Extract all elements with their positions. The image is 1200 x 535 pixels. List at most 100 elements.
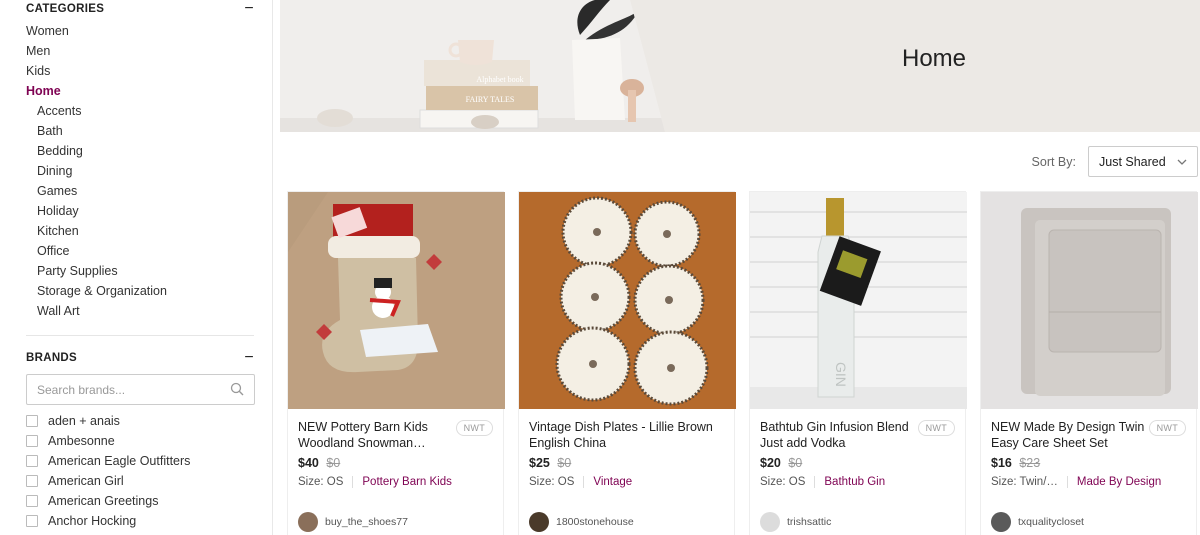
brand-search-input[interactable]: [27, 375, 217, 404]
hero-photo: FAIRY TALES Alphabet book: [280, 0, 665, 132]
subcategory-holiday[interactable]: Holiday: [26, 202, 167, 222]
listing-price: $20: [760, 456, 781, 470]
seller-row[interactable]: trishsattic: [760, 512, 831, 532]
categories-title: CATEGORIES: [26, 3, 105, 15]
seller-username[interactable]: 1800stonehouse: [556, 516, 634, 528]
subcategory-accents[interactable]: Accents: [26, 102, 167, 122]
listing-card[interactable]: NEW Pottery Barn Kids Woodland Snowman… …: [287, 191, 505, 535]
seller-username[interactable]: trishsattic: [787, 516, 831, 528]
listing-brand[interactable]: Bathtub Gin: [824, 476, 885, 488]
brand-checkbox[interactable]: [26, 495, 38, 507]
listing-card[interactable]: Vintage Dish Plates - Lillie Brown Engli…: [518, 191, 736, 535]
brand-checkbox[interactable]: [26, 515, 38, 527]
svg-text:Alphabet book: Alphabet book: [476, 75, 523, 84]
listing-title[interactable]: NEW Pottery Barn Kids Woodland Snowman…: [298, 419, 453, 451]
categories-header: CATEGORIES −: [26, 1, 254, 17]
subcategory-kitchen[interactable]: Kitchen: [26, 222, 167, 242]
seller-row[interactable]: 1800stonehouse: [529, 512, 634, 532]
brand-list: aden + anais Ambesonne American Eagle Ou…: [26, 411, 190, 531]
listing-image[interactable]: [519, 192, 736, 409]
brand-label: American Eagle Outfitters: [48, 454, 191, 468]
subcategory-bath[interactable]: Bath: [26, 122, 167, 142]
seller-row[interactable]: buy_the_shoes77: [298, 512, 408, 532]
hero-books-illustration: FAIRY TALES Alphabet book: [280, 0, 665, 132]
original-price: $0: [326, 456, 341, 470]
subcategory-dining[interactable]: Dining: [26, 162, 167, 182]
seller-username[interactable]: txqualitycloset: [1018, 516, 1084, 528]
price-row: $20 $0: [760, 456, 955, 470]
brand-search-box: [26, 374, 255, 405]
original-price: $0: [788, 456, 803, 470]
listing-size: Size: OS: [529, 476, 585, 488]
listing-size: Size: OS: [298, 476, 354, 488]
brand-item[interactable]: American Greetings: [26, 491, 190, 511]
brand-label: aden + anais: [48, 414, 120, 428]
subcategory-office[interactable]: Office: [26, 242, 167, 262]
avatar[interactable]: [760, 512, 780, 532]
listing-info: NEW Pottery Barn Kids Woodland Snowman… …: [288, 409, 503, 488]
listing-brand[interactable]: Pottery Barn Kids: [362, 476, 451, 488]
subcategory-wall-art[interactable]: Wall Art: [26, 302, 167, 322]
meta-row: Size: OS Pottery Barn Kids: [298, 476, 493, 488]
seller-row[interactable]: txqualitycloset: [991, 512, 1084, 532]
brand-label: American Greetings: [48, 494, 159, 508]
listing-title[interactable]: NEW Made By Design Twin Easy Care Sheet …: [991, 419, 1146, 451]
subcategory-storage-organization[interactable]: Storage & Organization: [26, 282, 167, 302]
listing-brand[interactable]: Vintage: [593, 476, 632, 488]
brand-label: American Girl: [48, 474, 124, 488]
listing-info: Vintage Dish Plates - Lillie Brown Engli…: [519, 409, 734, 488]
brand-item[interactable]: American Girl: [26, 471, 190, 491]
seller-username[interactable]: buy_the_shoes77: [325, 516, 408, 528]
subcategory-party-supplies[interactable]: Party Supplies: [26, 262, 167, 282]
brand-label: Anchor Hocking: [48, 514, 137, 528]
brand-checkbox[interactable]: [26, 455, 38, 467]
original-price: $23: [1019, 456, 1041, 470]
brand-item[interactable]: Ambesonne: [26, 431, 190, 451]
search-icon[interactable]: [230, 382, 244, 396]
stocking-photo: [288, 192, 505, 409]
page: CATEGORIES − Women Men Kids Home Accents…: [0, 0, 1200, 535]
brand-item[interactable]: American Eagle Outfitters: [26, 451, 190, 471]
listing-card[interactable]: GIN Bathtub Gin Infusion Blend Just add …: [749, 191, 967, 535]
subcategory-games[interactable]: Games: [26, 182, 167, 202]
nwt-badge: NWT: [917, 420, 955, 436]
listing-info: Bathtub Gin Infusion Blend Just add Vodk…: [750, 409, 965, 488]
avatar[interactable]: [991, 512, 1011, 532]
listing-price: $40: [298, 456, 319, 470]
listing-image[interactable]: [981, 192, 1198, 409]
svg-text:FAIRY TALES: FAIRY TALES: [466, 95, 515, 104]
category-women[interactable]: Women: [26, 22, 167, 42]
brand-label: Ambesonne: [48, 434, 115, 448]
brand-checkbox[interactable]: [26, 475, 38, 487]
listing-image[interactable]: [288, 192, 505, 409]
listing-price: $16: [991, 456, 1012, 470]
categories-collapse-icon[interactable]: −: [244, 1, 254, 17]
category-men[interactable]: Men: [26, 42, 167, 62]
category-hero-banner: FAIRY TALES Alphabet book Home: [280, 0, 1200, 132]
category-home[interactable]: Home: [26, 82, 167, 102]
listing-title[interactable]: Bathtub Gin Infusion Blend Just add Vodk…: [760, 419, 915, 451]
brand-item[interactable]: aden + anais: [26, 411, 190, 431]
brand-checkbox[interactable]: [26, 435, 38, 447]
brands-collapse-icon[interactable]: −: [244, 350, 254, 366]
sheet-set-photo: [981, 192, 1198, 409]
sort-dropdown[interactable]: Just Shared: [1088, 146, 1198, 177]
category-kids[interactable]: Kids: [26, 62, 167, 82]
nwt-badge: NWT: [1148, 420, 1186, 436]
listing-title[interactable]: Vintage Dish Plates - Lillie Brown Engli…: [529, 419, 719, 451]
listing-card[interactable]: NEW Made By Design Twin Easy Care Sheet …: [980, 191, 1198, 535]
nwt-badge: NWT: [455, 420, 493, 436]
filter-sidebar: CATEGORIES − Women Men Kids Home Accents…: [0, 0, 273, 535]
listing-info: NEW Made By Design Twin Easy Care Sheet …: [981, 409, 1196, 488]
svg-text:GIN: GIN: [833, 362, 849, 387]
avatar[interactable]: [529, 512, 549, 532]
brand-checkbox[interactable]: [26, 415, 38, 427]
brand-item[interactable]: Anchor Hocking: [26, 511, 190, 531]
listing-grid: NEW Pottery Barn Kids Woodland Snowman… …: [287, 191, 1198, 535]
page-title: Home: [902, 45, 967, 72]
avatar[interactable]: [298, 512, 318, 532]
subcategory-bedding[interactable]: Bedding: [26, 142, 167, 162]
listing-image[interactable]: GIN: [750, 192, 967, 409]
meta-row: Size: Twin/… Made By Design: [991, 476, 1186, 488]
listing-brand[interactable]: Made By Design: [1077, 476, 1161, 488]
